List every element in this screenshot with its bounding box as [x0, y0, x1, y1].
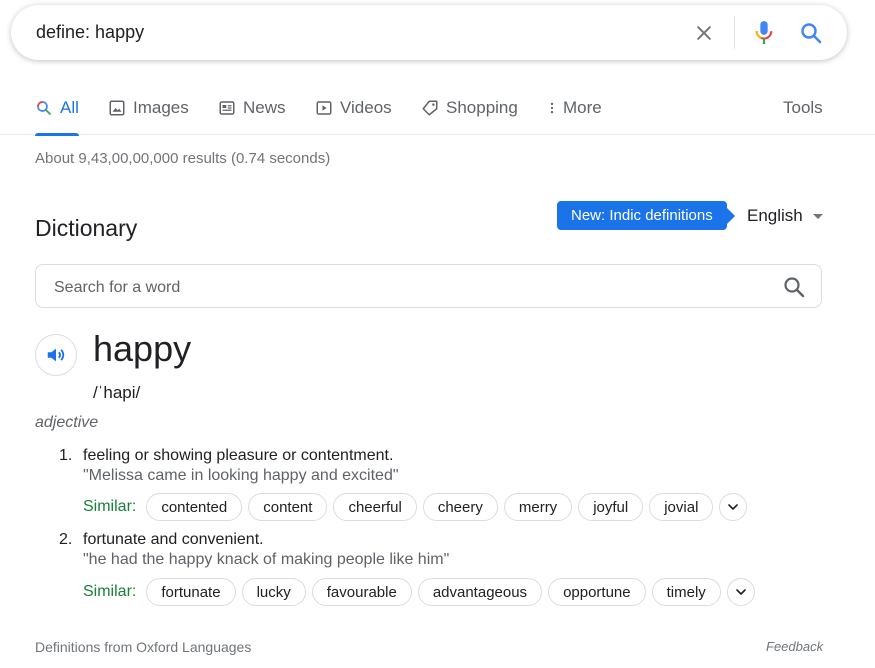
feedback-link[interactable]: Feedback	[766, 639, 823, 654]
clear-icon[interactable]	[694, 23, 714, 43]
similar-chip[interactable]: favourable	[311, 578, 412, 606]
similar-chip[interactable]: contented	[146, 493, 243, 521]
chevron-down-icon	[735, 589, 746, 595]
similar-chip[interactable]: timely	[651, 578, 721, 606]
sense-number: 2.	[59, 531, 73, 548]
similar-label: Similar:	[83, 498, 137, 515]
phonetic: /ˈhapi/	[93, 383, 141, 402]
search-icon[interactable]	[799, 21, 823, 45]
news-icon	[219, 101, 235, 115]
sense-definition: fortunate and convenient.	[83, 531, 264, 548]
expand-similar-button[interactable]	[719, 493, 748, 521]
tab-label: Videos	[340, 98, 392, 117]
similar-chip[interactable]: joyful	[578, 493, 644, 521]
search-query[interactable]: define: happy	[36, 22, 144, 43]
similar-chip[interactable]: content	[248, 493, 328, 521]
speaker-icon	[47, 348, 65, 362]
tab-shopping[interactable]: Shopping	[421, 98, 518, 118]
tab-all[interactable]: All	[35, 98, 79, 136]
similar-chip[interactable]: cheerful	[333, 493, 417, 521]
dictionary-heading: Dictionary	[35, 215, 138, 241]
expand-similar-button[interactable]	[726, 578, 755, 606]
indic-definitions-badge[interactable]: New: Indic definitions	[557, 201, 735, 230]
tab-label: News	[243, 98, 286, 117]
search-bar[interactable]: define: happy	[11, 5, 847, 60]
tab-videos[interactable]: Videos	[315, 98, 392, 118]
tab-more[interactable]: More	[545, 98, 602, 118]
search-tabs: All Images News Videos Shopping More Too…	[0, 88, 875, 136]
tab-label: All	[60, 98, 79, 117]
similar-chip[interactable]: merry	[503, 493, 573, 521]
similar-chip[interactable]: cheery	[422, 493, 498, 521]
similar-chip[interactable]: jovial	[649, 493, 714, 521]
tab-news[interactable]: News	[218, 98, 286, 118]
tab-images[interactable]: Images	[108, 98, 189, 118]
similar-chip[interactable]: fortunate	[146, 578, 236, 606]
language-selector[interactable]: English	[747, 206, 823, 226]
sense-definition: feeling or showing pleasure or contentme…	[83, 447, 394, 464]
image-icon	[109, 100, 125, 116]
language-label: English	[747, 206, 803, 225]
tab-label: Images	[133, 98, 189, 117]
word-search-box[interactable]	[35, 264, 822, 308]
search-icon[interactable]	[782, 275, 806, 299]
sense-example: "Melissa came in looking happy and excit…	[83, 467, 399, 484]
similar-label: Similar:	[83, 583, 137, 600]
definitions-source: Definitions from Oxford Languages	[35, 639, 252, 655]
video-icon	[316, 101, 332, 115]
tools-button[interactable]: Tools	[783, 98, 823, 118]
headword: happy	[93, 328, 192, 369]
tab-label: More	[563, 98, 602, 117]
search-icon	[37, 101, 51, 115]
search-divider	[734, 16, 735, 49]
caret-down-icon	[812, 213, 823, 219]
tag-icon	[422, 100, 438, 116]
similar-chip[interactable]: lucky	[241, 578, 306, 606]
chevron-down-icon	[728, 504, 739, 510]
pronounce-button[interactable]	[35, 334, 77, 376]
result-stats: About 9,43,00,00,000 results (0.74 secon…	[35, 150, 331, 167]
sense-number: 1.	[59, 447, 73, 464]
word-search-input[interactable]	[52, 275, 756, 301]
similar-words-row: Similar: contented content cheerful chee…	[83, 493, 748, 521]
part-of-speech: adjective	[35, 414, 99, 431]
tab-label: Shopping	[446, 98, 518, 117]
similar-chip[interactable]: opportune	[548, 578, 646, 606]
sense-example: "he had the happy knack of making people…	[83, 551, 450, 568]
more-vert-icon	[550, 102, 554, 114]
similar-words-row: Similar: fortunate lucky favourable adva…	[83, 578, 755, 606]
similar-chip[interactable]: advantageous	[417, 578, 543, 606]
microphone-icon[interactable]	[753, 19, 775, 47]
